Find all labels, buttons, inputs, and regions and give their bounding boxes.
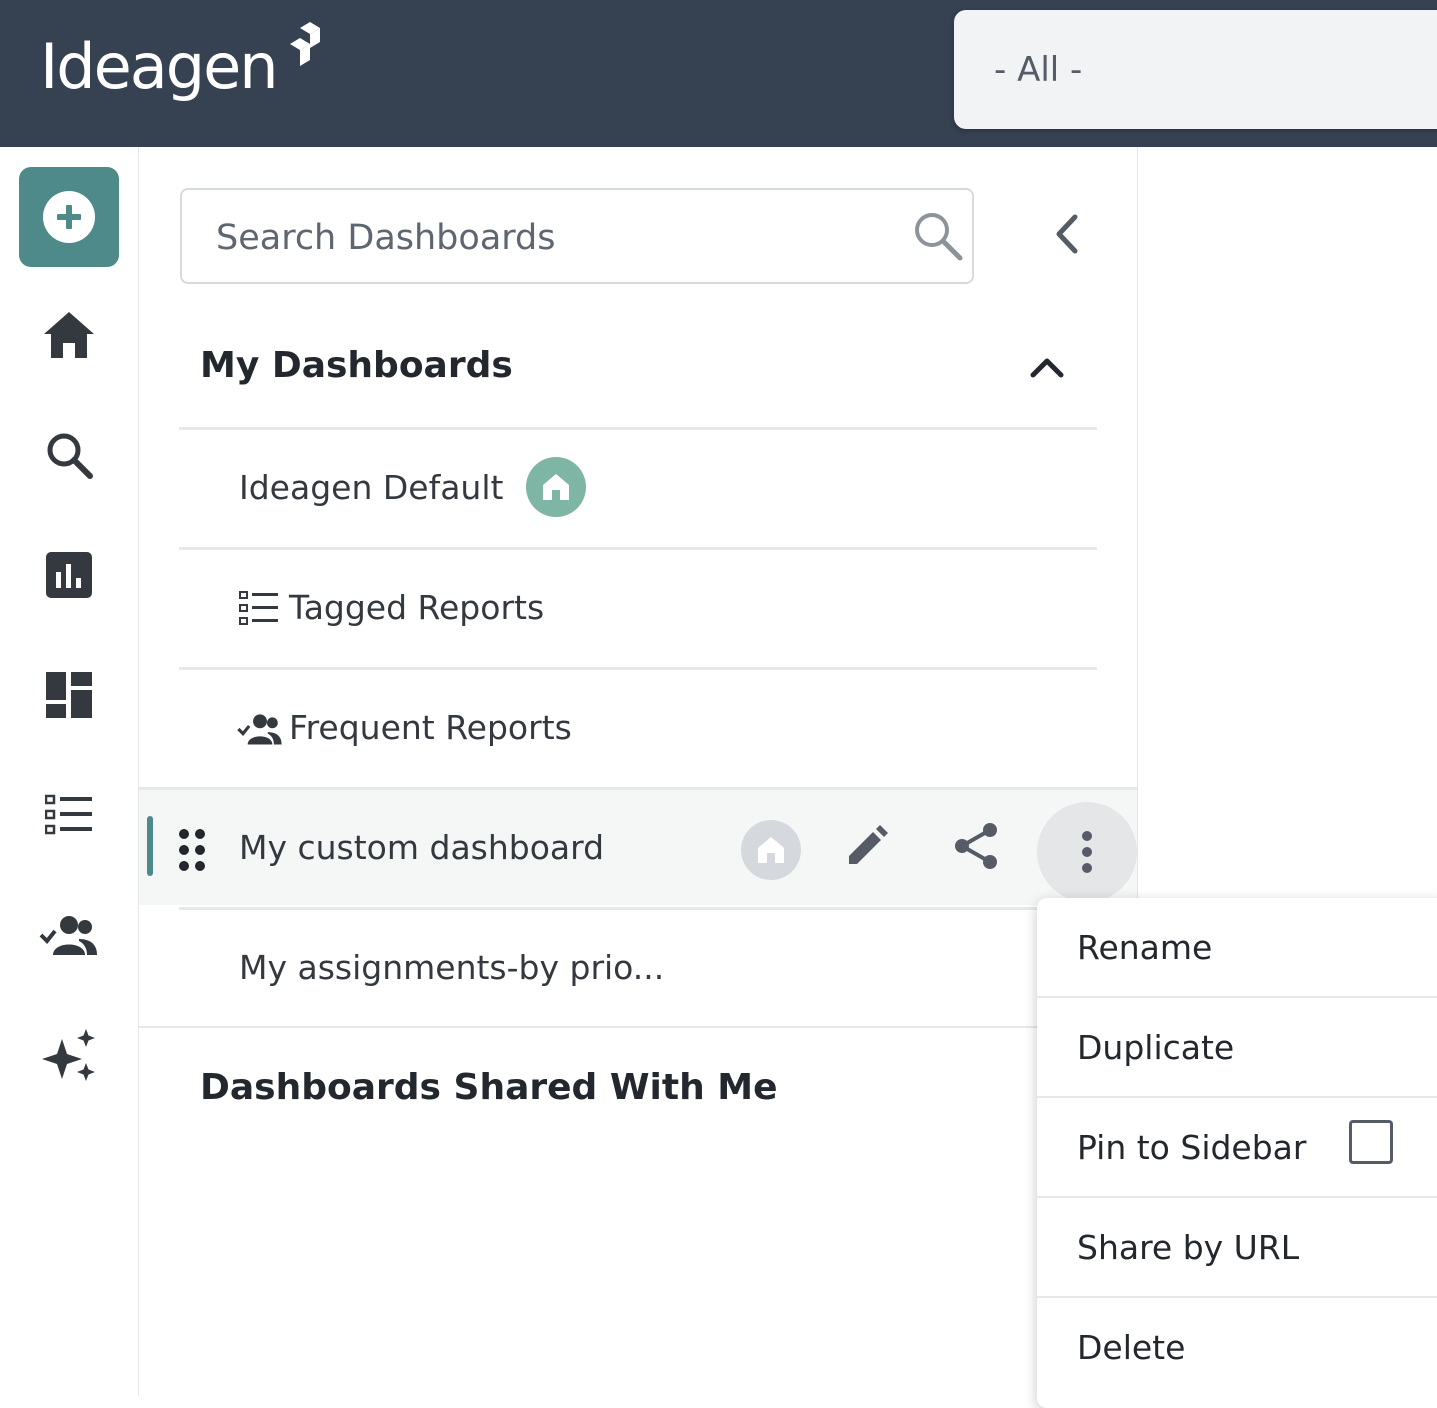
chevron-up-icon[interactable] <box>1027 347 1067 387</box>
menu-item-duplicate[interactable]: Duplicate <box>1037 998 1437 1098</box>
scope-select-value: - All - <box>994 50 1083 90</box>
menu-item-share-by-url[interactable]: Share by URL <box>1037 1198 1437 1298</box>
dashboard-context-menu: Rename Duplicate Pin to Sidebar Share by… <box>1037 898 1437 1408</box>
menu-item-label: Duplicate <box>1077 1028 1235 1067</box>
search-dashboards-box <box>180 188 974 284</box>
dashboard-item-label: Tagged Reports <box>289 588 545 627</box>
menu-item-label: Share by URL <box>1077 1228 1300 1267</box>
default-home-icon <box>526 457 586 517</box>
dashboard-item-tagged-reports[interactable]: Tagged Reports <box>179 547 1097 665</box>
dashboard-item-label: My custom dashboard <box>239 828 605 867</box>
search-icon[interactable] <box>910 208 966 264</box>
edit-pencil-icon[interactable] <box>831 810 903 882</box>
shared-dashboards-title[interactable]: Dashboards Shared With Me <box>200 1067 778 1108</box>
dashboard-item-ideagen-default[interactable]: Ideagen Default <box>179 427 1097 545</box>
plus-circle-icon <box>43 191 95 243</box>
my-dashboards-title[interactable]: My Dashboards <box>200 345 513 386</box>
logo-text: Ideagen <box>40 30 279 103</box>
people-check-icon[interactable] <box>34 900 104 970</box>
left-rail <box>0 147 139 1396</box>
menu-item-pin-to-sidebar[interactable]: Pin to Sidebar <box>1037 1098 1437 1198</box>
set-home-icon[interactable] <box>741 820 801 880</box>
dashboard-icon[interactable] <box>34 660 104 730</box>
list-icon[interactable] <box>34 780 104 850</box>
dashboards-panel: My Dashboards Ideagen Default Tagged Rep… <box>139 147 1138 1396</box>
scope-select[interactable]: - All - <box>954 10 1437 129</box>
drag-handle-icon[interactable] <box>177 828 207 872</box>
more-options-kebab-icon[interactable] <box>1037 802 1137 902</box>
share-icon[interactable] <box>941 810 1013 882</box>
dashboard-item-label: Ideagen Default <box>239 468 504 507</box>
bar-chart-icon[interactable] <box>34 540 104 610</box>
home-icon[interactable] <box>34 300 104 370</box>
search-dashboards-input[interactable] <box>214 212 878 264</box>
search-icon[interactable] <box>34 420 104 490</box>
selected-indicator <box>147 816 153 876</box>
collapse-panel-chevron-left-icon[interactable] <box>1045 209 1089 259</box>
dashboard-item-my-custom-dashboard[interactable]: My custom dashboard <box>139 787 1137 905</box>
people-check-icon <box>237 714 282 745</box>
pin-to-sidebar-checkbox[interactable] <box>1349 1120 1393 1164</box>
dashboard-item-label: My assignments-by prio... <box>239 948 665 987</box>
menu-item-label: Rename <box>1077 928 1213 967</box>
list-icon <box>239 591 278 625</box>
dashboard-item-label: Frequent Reports <box>289 708 572 747</box>
menu-item-rename[interactable]: Rename <box>1037 898 1437 998</box>
logo-mark-icon <box>290 22 320 66</box>
menu-item-delete[interactable]: Delete <box>1037 1298 1437 1398</box>
section-divider <box>139 1026 1137 1028</box>
menu-item-label: Delete <box>1077 1328 1186 1367</box>
dashboard-item-frequent-reports[interactable]: Frequent Reports <box>179 667 1097 785</box>
menu-item-label: Pin to Sidebar <box>1077 1128 1307 1167</box>
sparkle-icon[interactable] <box>34 1020 104 1090</box>
new-button[interactable] <box>19 167 119 267</box>
dashboard-item-my-assignments[interactable]: My assignments-by prio... <box>179 907 1097 1025</box>
top-header: Ideagen - All - <box>0 0 1437 147</box>
